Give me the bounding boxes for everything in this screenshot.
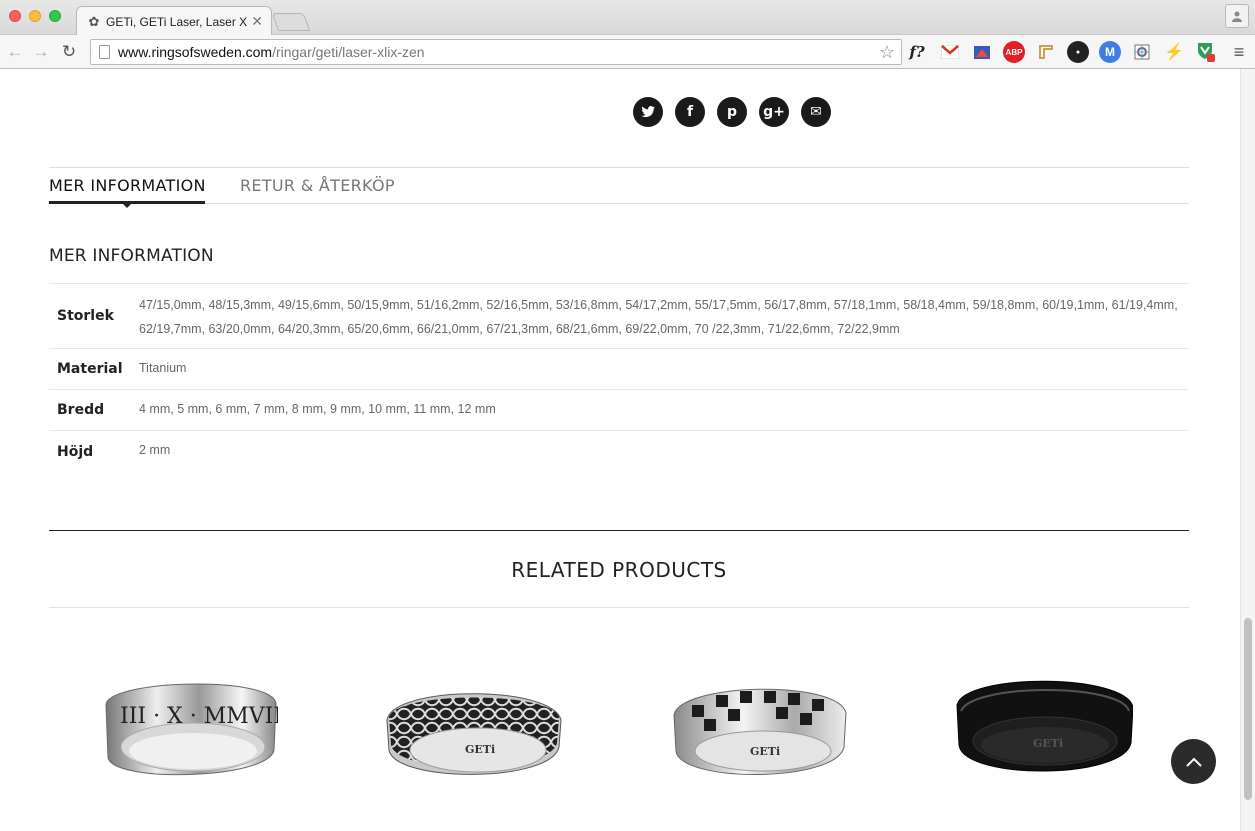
table-row: Material Titanium: [49, 349, 1189, 390]
attribute-label: Material: [57, 361, 123, 377]
zoom-window-button[interactable]: [49, 10, 61, 22]
color-picker-extension-icon[interactable]: [1131, 41, 1153, 63]
section-divider: [49, 530, 1189, 531]
attribute-value: 2 mm: [139, 443, 171, 457]
svg-text:GETi: GETi: [1033, 737, 1063, 750]
new-tab-button[interactable]: [271, 13, 311, 31]
roman-numeral-ring-image: III · X · MMVII: [105, 683, 278, 776]
ruler-extension-icon[interactable]: [971, 41, 993, 63]
measure-extension-icon[interactable]: [1035, 41, 1057, 63]
m-extension-icon[interactable]: M: [1099, 41, 1121, 63]
product-tabs: MER INFORMATION RETUR & ÅTERKÖP: [49, 167, 1189, 208]
svg-text:III · X · MMVII: III · X · MMVII: [120, 704, 278, 729]
tab-title: GETi, GETi Laser, Laser XL: [106, 14, 248, 29]
shield-extension-icon[interactable]: [1195, 41, 1217, 63]
adblock-plus-icon[interactable]: ABP: [1003, 41, 1025, 63]
svg-text:GETi: GETi: [465, 743, 495, 756]
browser-toolbar: ← → ↻ www.ringsofsweden.com/ringar/geti/…: [0, 35, 1255, 69]
browser-titlebar: ✿ GETi, GETi Laser, Laser XL ✕: [0, 0, 1255, 36]
chevron-up-icon: [1185, 757, 1202, 767]
section-title: MER INFORMATION: [49, 246, 214, 266]
black-ring-image: GETi: [956, 680, 1133, 772]
related-product-1[interactable]: III · X · MMVII: [88, 645, 288, 805]
email-icon[interactable]: ✉: [801, 97, 831, 127]
gmail-icon[interactable]: [939, 41, 961, 63]
close-window-button[interactable]: [9, 10, 21, 22]
table-row: Bredd 4 mm, 5 mm, 6 mm, 7 mm, 8 mm, 9 mm…: [49, 390, 1189, 431]
attribute-label: Höjd: [57, 443, 94, 460]
browser-tab[interactable]: ✿ GETi, GETi Laser, Laser XL ✕: [76, 6, 272, 36]
font-extension-icon[interactable]: f?: [906, 41, 928, 63]
forward-arrow-icon[interactable]: →: [30, 41, 52, 63]
celtic-ring-image: GETi: [386, 693, 562, 775]
section-divider: [49, 607, 1189, 608]
attribute-label: Bredd: [57, 402, 105, 418]
site-favicon-icon: ✿: [88, 13, 100, 29]
tab-more-information[interactable]: MER INFORMATION: [49, 176, 206, 195]
svg-text:GETi: GETi: [750, 745, 780, 758]
lightning-extension-icon[interactable]: ⚡: [1163, 41, 1185, 63]
url-host: www.ringsofsweden.com: [118, 44, 273, 60]
page-content: f p g+ ✉ MER INFORMATION RETUR & ÅTERKÖP…: [0, 70, 1240, 831]
scrollbar-thumb[interactable]: [1244, 618, 1252, 800]
back-to-top-button[interactable]: [1171, 739, 1216, 784]
attribute-value: 4 mm, 5 mm, 6 mm, 7 mm, 8 mm, 9 mm, 10 m…: [139, 402, 496, 416]
attribute-label: Storlek: [57, 308, 114, 324]
page-scrollbar[interactable]: [1240, 69, 1255, 831]
attribute-value: 47/15,0mm, 48/15,3mm, 49/15,6mm, 50/15,9…: [139, 298, 1178, 336]
table-row: Höjd 2 mm: [49, 431, 1189, 472]
puzzle-ring-image: GETi: [673, 688, 847, 775]
dark-extension-icon[interactable]: ●: [1067, 41, 1089, 63]
attribute-value: Titanium: [139, 361, 187, 375]
related-product-3[interactable]: GETi: [658, 645, 858, 805]
address-bar[interactable]: www.ringsofsweden.com/ringar/geti/laser-…: [90, 39, 902, 65]
pinterest-icon[interactable]: p: [717, 97, 747, 127]
page-icon: [99, 45, 110, 59]
facebook-icon[interactable]: f: [675, 97, 705, 127]
twitter-icon[interactable]: [633, 97, 663, 127]
related-products-title: RELATED PRODUCTS: [511, 558, 727, 582]
related-product-4[interactable]: GETi: [943, 645, 1143, 805]
active-tab-caret-icon: [122, 203, 132, 208]
url-path: /ringar/geti/laser-xlix-zen: [272, 44, 425, 60]
bookmark-star-icon[interactable]: ☆: [879, 42, 895, 63]
tab-returns[interactable]: RETUR & ÅTERKÖP: [240, 176, 395, 195]
window-controls: [9, 10, 61, 22]
related-product-2[interactable]: GETi: [373, 645, 573, 805]
attributes-table: Storlek 47/15,0mm, 48/15,3mm, 49/15,6mm,…: [49, 283, 1189, 472]
minimize-window-button[interactable]: [29, 10, 41, 22]
social-share-bar: f p g+ ✉: [633, 97, 831, 127]
table-row: Storlek 47/15,0mm, 48/15,3mm, 49/15,6mm,…: [49, 284, 1189, 349]
back-arrow-icon[interactable]: ←: [4, 41, 26, 63]
chrome-menu-icon[interactable]: ≡: [1228, 41, 1250, 63]
reload-icon[interactable]: ↻: [58, 41, 80, 63]
google-plus-icon[interactable]: g+: [759, 97, 789, 127]
tab-close-icon[interactable]: ✕: [251, 13, 263, 30]
profile-icon[interactable]: [1225, 4, 1249, 28]
